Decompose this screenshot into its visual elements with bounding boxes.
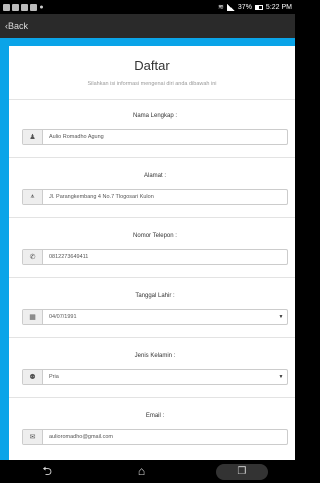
road-icon: ⩚ bbox=[23, 190, 43, 204]
phone-icon: ✆ bbox=[23, 250, 43, 264]
address-input[interactable]: ⩚ Jl. Parangkembang 4 No.7 Tlogosari Kul… bbox=[22, 189, 288, 205]
field-value: 04/07/1991 bbox=[49, 314, 77, 320]
field-value: Aulio Romadho Agung bbox=[49, 134, 104, 140]
users-icon: ⚉ bbox=[23, 370, 43, 384]
signal-icon bbox=[226, 3, 235, 11]
battery-percent: 37% bbox=[237, 3, 252, 11]
gender-select[interactable]: ⚉ Pria ▼ bbox=[22, 369, 288, 385]
field-label: Nama Lengkap : bbox=[132, 113, 178, 119]
registration-form: Daftar Silahkan isi informasi mengenai d… bbox=[9, 46, 295, 460]
name-input[interactable]: ♟ Aulio Romadho Agung bbox=[22, 129, 288, 145]
back-button[interactable]: ‹Back bbox=[5, 21, 28, 31]
recent-apps-icon[interactable]: ❐ bbox=[215, 463, 268, 480]
battery-icon bbox=[254, 4, 263, 10]
chevron-down-icon: ▼ bbox=[278, 374, 284, 380]
system-status: ≋ 37% 5:22 PM bbox=[218, 3, 292, 11]
notification-icon bbox=[3, 3, 10, 11]
page-title: Daftar bbox=[134, 58, 170, 73]
envelope-icon: ✉ bbox=[23, 430, 43, 444]
phone-input[interactable]: ✆ 0812273649411 bbox=[22, 249, 288, 265]
page-subtitle: Silahkan isi informasi mengenai diri and… bbox=[87, 81, 217, 87]
home-icon[interactable]: ⌂ bbox=[121, 460, 161, 483]
divider bbox=[9, 337, 295, 338]
chevron-down-icon: ▼ bbox=[278, 314, 284, 320]
field-tanggal-lahir: Tanggal Lahir : ▦ 04/07/1991 ▼ bbox=[22, 293, 288, 325]
notification-icon bbox=[21, 3, 28, 11]
field-value: aulioromadho@gmail.com bbox=[49, 434, 113, 440]
field-value: Pria bbox=[49, 374, 59, 380]
notification-icon bbox=[12, 3, 19, 11]
divider bbox=[9, 397, 295, 398]
calendar-icon: ▦ bbox=[23, 310, 43, 324]
form-frame: Daftar Silahkan isi informasi mengenai d… bbox=[0, 38, 295, 460]
field-label: Jenis Kelamin : bbox=[134, 353, 176, 359]
field-label: Nomor Telepon : bbox=[133, 233, 177, 239]
clock: 5:22 PM bbox=[265, 3, 292, 11]
back-icon[interactable]: ⮌ bbox=[27, 460, 67, 483]
divider bbox=[9, 157, 295, 158]
notification-icon bbox=[30, 3, 37, 11]
email-input[interactable]: ✉ aulioromadho@gmail.com bbox=[22, 429, 288, 445]
divider bbox=[9, 217, 295, 218]
field-label: Email : bbox=[145, 413, 165, 419]
form-header: Daftar Silahkan isi informasi mengenai d… bbox=[9, 46, 295, 100]
system-nav-bar: ⮌ ⌂ ❐ bbox=[0, 460, 295, 483]
field-email: Email : ✉ aulioromadho@gmail.com bbox=[22, 413, 288, 445]
field-jenis-kelamin: Jenis Kelamin : ⚉ Pria ▼ bbox=[22, 353, 288, 385]
wifi-icon: ≋ bbox=[218, 4, 224, 11]
field-nama-lengkap: Nama Lengkap : ♟ Aulio Romadho Agung bbox=[22, 113, 288, 145]
divider bbox=[9, 277, 295, 278]
notification-icons: ● bbox=[3, 3, 44, 11]
field-alamat: Alamat : ⩚ Jl. Parangkembang 4 No.7 Tlog… bbox=[22, 173, 288, 205]
location-icon: ● bbox=[39, 3, 44, 11]
field-nomor-telepon: Nomor Telepon : ✆ 0812273649411 bbox=[22, 233, 288, 265]
field-value: Jl. Parangkembang 4 No.7 Tlogosari Kulon bbox=[49, 194, 154, 200]
status-bar: ● ≋ 37% 5:22 PM bbox=[0, 0, 295, 14]
field-label: Tanggal Lahir : bbox=[135, 293, 175, 299]
user-icon: ♟ bbox=[23, 130, 43, 144]
app-bar: ‹Back bbox=[0, 14, 295, 38]
field-label: Alamat : bbox=[143, 173, 166, 179]
birthdate-select[interactable]: ▦ 04/07/1991 ▼ bbox=[22, 309, 288, 325]
field-value: 0812273649411 bbox=[49, 254, 89, 260]
